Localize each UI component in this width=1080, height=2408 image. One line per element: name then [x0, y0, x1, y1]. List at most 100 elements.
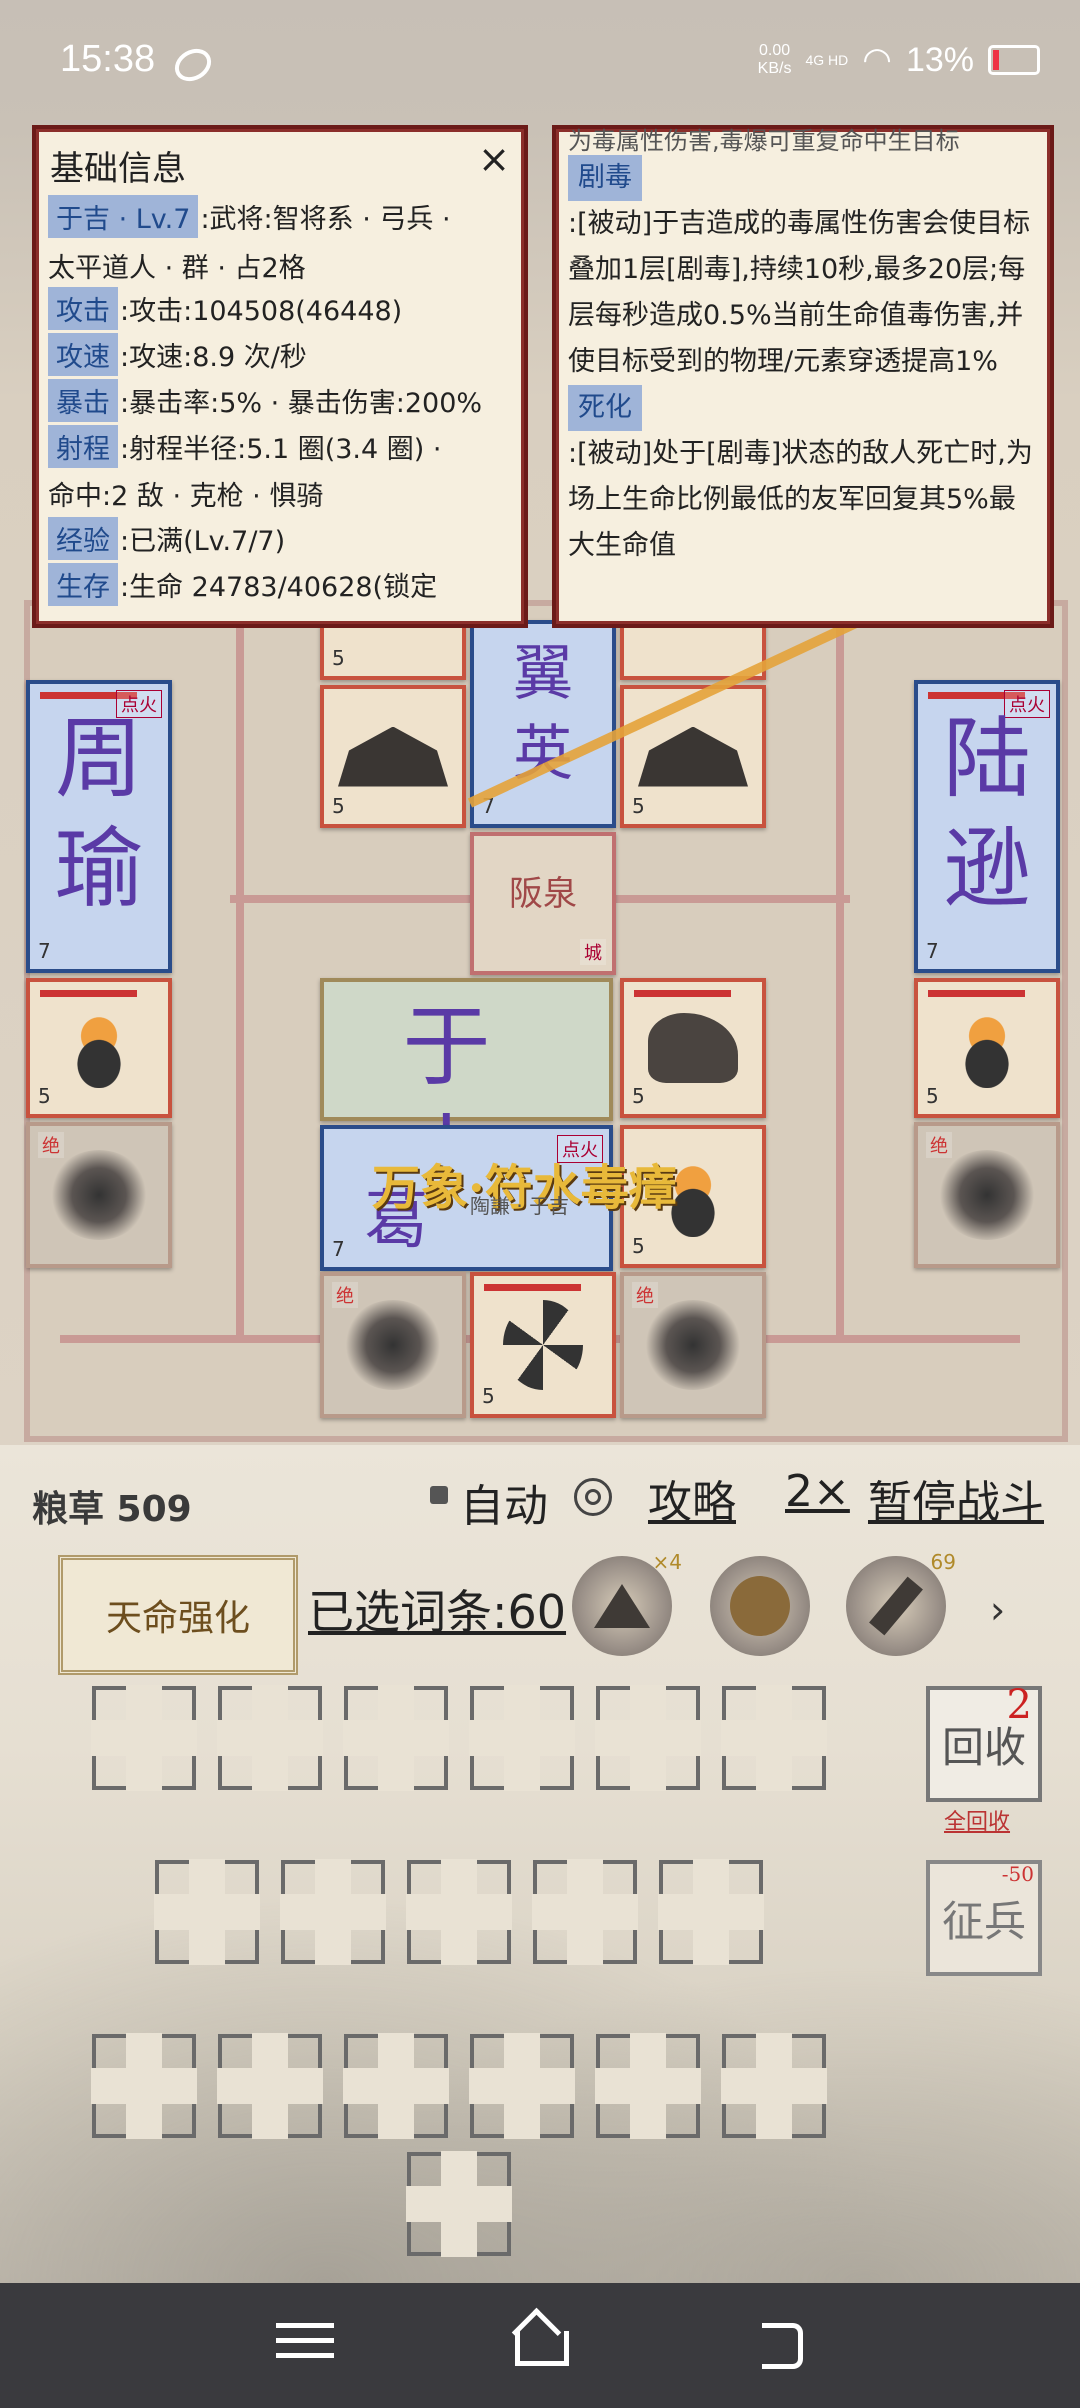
net-speed: 0.00 KB/s [758, 42, 792, 78]
card-level: 7 [332, 1237, 345, 1261]
info-row: 射程:射程半径:5.1 圈(3.4 圈) · [48, 425, 441, 468]
deploy-slot[interactable] [406, 2151, 512, 2257]
basic-info-panel: 基础信息 × 于吉 · Lv.7:武将:智将系 · 弓兵 · 太平道人 · 群 … [32, 125, 528, 628]
deploy-slot[interactable] [217, 1685, 323, 1791]
recycle-all-link[interactable]: 全回收 [944, 1804, 1010, 1836]
deploy-slot[interactable] [469, 1685, 575, 1791]
net-speed-value: 0.00 [759, 42, 791, 59]
card-level: 5 [482, 1384, 495, 1408]
info-row: 攻速:攻速:8.9 次/秒 [48, 333, 307, 376]
chevron-right-icon[interactable]: › [990, 1588, 1005, 1632]
back-icon[interactable] [752, 2313, 822, 2373]
speed-toggle[interactable]: 2× [785, 1466, 850, 1517]
city-badge: 城 [580, 939, 606, 965]
deploy-slot[interactable] [595, 2033, 701, 2139]
relic-axe[interactable]: 69 [846, 1550, 956, 1656]
deploy-slot[interactable] [658, 1859, 764, 1965]
deploy-slot[interactable] [469, 2033, 575, 2139]
info-chip: 攻击 [48, 287, 118, 330]
card-jue[interactable]: 绝 [620, 1272, 766, 1418]
hp-bar [40, 990, 137, 997]
city-name: 阪泉 [509, 874, 577, 914]
fire-icon [49, 1008, 149, 1088]
card-jue[interactable]: 绝 [320, 1272, 466, 1418]
city-card-banquan[interactable]: 阪泉 城 [470, 832, 616, 975]
enlist-cost: -50 [1001, 1862, 1034, 1886]
selected-entries[interactable]: 已选词条:60 [308, 1576, 566, 1642]
info-chip: 生存 [48, 563, 118, 606]
deploy-slot[interactable] [343, 2033, 449, 2139]
auto-toggle[interactable]: 自动 [460, 1470, 548, 1534]
card-windmill[interactable]: 5 [470, 1272, 616, 1418]
info-text: :暴击率:5% · 暴击伤害:200% [120, 388, 483, 419]
recycle-count: 2 [1006, 1682, 1032, 1728]
hero-card-zhouyu[interactable]: 点火 周 瑜 7 [26, 680, 172, 973]
road [836, 620, 844, 1340]
ink-icon [643, 1300, 743, 1390]
card-tag: 绝 [38, 1132, 64, 1158]
hero-card-luxun[interactable]: 点火 陆 逊 7 [914, 680, 1060, 973]
card-level: 5 [632, 1234, 645, 1258]
skill-desc: :[被动]处于[剧毒]状态的敌人死亡时,为场上生命比例最低的友军回复其5%最大生… [568, 438, 1033, 561]
guide-link[interactable]: 攻略 [648, 1466, 736, 1530]
relic-tent[interactable]: ×4 [572, 1550, 682, 1656]
deploy-slot[interactable] [595, 1685, 701, 1791]
deploy-slot[interactable] [343, 1685, 449, 1791]
card-level: 5 [332, 794, 345, 818]
info-row: 命中:2 敌 · 克枪 · 惧骑 [48, 481, 324, 512]
mountain-bg [0, 1783, 1080, 2283]
card-house[interactable]: 5 [620, 685, 766, 828]
relic-count: 69 [930, 1550, 956, 1574]
card-jue[interactable]: 绝 [914, 1122, 1060, 1268]
card-jue[interactable]: 绝 [26, 1122, 172, 1268]
info-text: :攻击:104508(46448) [120, 296, 403, 327]
enlist-button[interactable]: 征兵 -50 [926, 1860, 1042, 1976]
card-fire[interactable]: 5 [26, 978, 172, 1118]
deploy-slot[interactable] [91, 2033, 197, 2139]
deploy-slot[interactable] [721, 2033, 827, 2139]
axe-icon [869, 1576, 923, 1636]
card-level: 5 [632, 794, 645, 818]
auto-checkbox[interactable] [430, 1486, 448, 1504]
wifi-icon: ◠ [862, 41, 892, 79]
deploy-slot[interactable] [91, 1685, 197, 1791]
deploy-slot[interactable] [721, 1685, 827, 1791]
card-level: 5 [926, 1084, 939, 1108]
card-level: 5 [332, 646, 345, 670]
grain-counter: 粮草 509 [32, 1489, 192, 1530]
info-chip: 暴击 [48, 379, 118, 422]
close-icon[interactable]: × [478, 137, 510, 181]
deploy-slot[interactable] [280, 1859, 386, 1965]
deploy-slot[interactable] [217, 2033, 323, 2139]
relic-gong[interactable] [710, 1556, 810, 1656]
panel-title: 基础信息 [50, 149, 186, 189]
deploy-slot[interactable] [154, 1859, 260, 1965]
card-house[interactable]: 5 [320, 620, 466, 680]
pause-battle-button[interactable]: 暂停战斗 [868, 1466, 1044, 1530]
menu-icon[interactable] [270, 2313, 340, 2373]
card-horn[interactable]: 5 [620, 978, 766, 1118]
battery-percent: 13% [905, 40, 974, 79]
card-tag: 绝 [332, 1282, 358, 1308]
card-fire[interactable]: 5 [914, 978, 1060, 1118]
card-level: 5 [632, 1084, 645, 1108]
hero-card-yuji[interactable]: 于 吉 [320, 978, 613, 1208]
deploy-slot[interactable] [406, 1859, 512, 1965]
net-speed-unit: KB/s [757, 60, 792, 77]
info-chip: 经验 [48, 517, 118, 560]
ink-icon [49, 1150, 149, 1240]
card-house[interactable]: 5 [320, 685, 466, 828]
info-row: 经验:已满(Lv.7/7) [48, 517, 285, 560]
settings-icon[interactable] [574, 1478, 612, 1516]
recycle-button[interactable]: 回收 2 [926, 1682, 1042, 1802]
horn-icon [648, 1013, 738, 1083]
info-text: :武将:智将系 · 弓兵 · [200, 204, 451, 235]
windmill-icon [503, 1300, 583, 1390]
info-text: :射程半径:5.1 圈(3.4 圈) · [120, 434, 442, 465]
card-tag: 绝 [632, 1282, 658, 1308]
hero-name: 陆 逊 [942, 707, 1031, 920]
home-icon[interactable] [505, 2313, 575, 2373]
destiny-upgrade-button[interactable]: 天命强化 [58, 1555, 298, 1675]
house-icon [338, 726, 448, 787]
deploy-slot[interactable] [532, 1859, 638, 1965]
